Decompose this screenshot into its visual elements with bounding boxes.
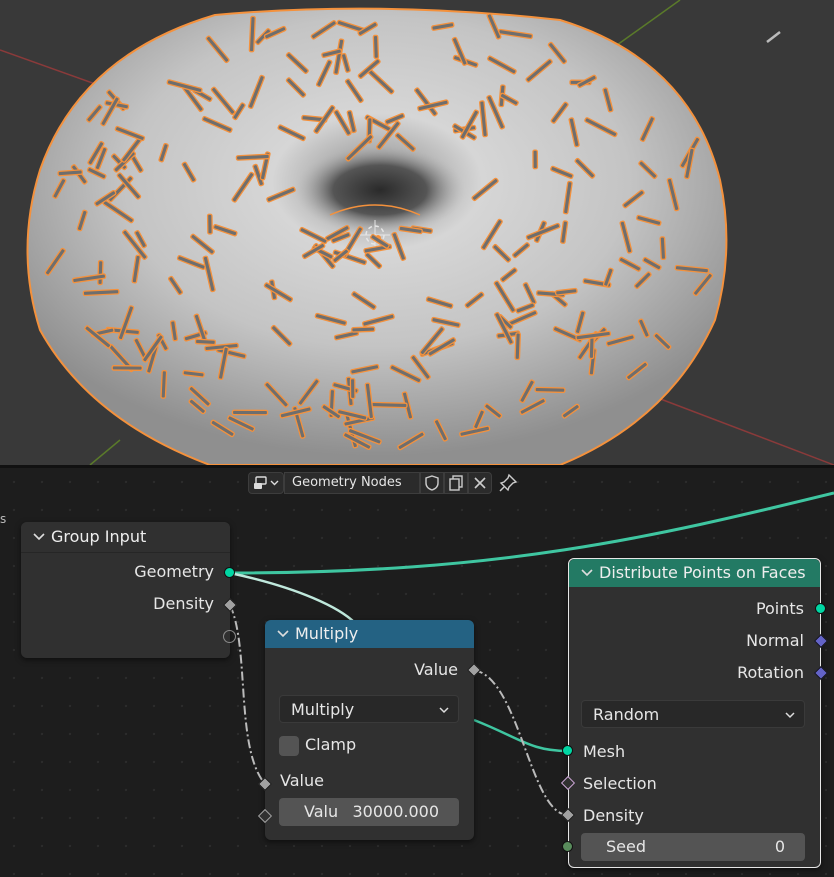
socket-label-points: Points: [755, 599, 804, 618]
sprinkle: [194, 338, 217, 346]
operation-dropdown[interactable]: Multiply: [279, 695, 459, 723]
sprinkle: [111, 365, 143, 371]
clamp-checkbox[interactable]: [279, 736, 299, 756]
link-geometry-to-mesh-end: [473, 718, 569, 753]
sprinkle: [231, 409, 269, 416]
node-title: Distribute Points on Faces: [599, 563, 806, 582]
sprinkle: [532, 149, 539, 170]
sprinkle: [248, 15, 256, 53]
seed-label: Seed: [606, 837, 646, 856]
value-field-number: 30000.000: [352, 802, 439, 821]
sprinkle: [160, 369, 168, 399]
socket-label-normal: Normal: [746, 631, 804, 650]
link-value-to-density: [473, 669, 569, 816]
points-output-socket[interactable]: [815, 603, 826, 614]
distribute-points-node[interactable]: Distribute Points on Faces Points Normal…: [568, 558, 821, 868]
distribute-method-value: Random: [593, 705, 660, 724]
socket-label-selection: Selection: [583, 774, 657, 793]
y-axis-line: [89, 439, 121, 465]
clamp-label: Clamp: [305, 735, 357, 754]
node-editor[interactable]: Geometry Nodes s Group Input Geometry De…: [0, 468, 834, 877]
sprinkle: [514, 332, 521, 361]
value-field-label: Valu: [304, 802, 339, 821]
node-title: Group Input: [51, 527, 147, 546]
donut-hole: [295, 145, 465, 235]
multiply-node[interactable]: Multiply Value Multiply Clamp Value Valu…: [265, 620, 474, 840]
seed-field[interactable]: Seed 0: [581, 833, 805, 861]
viewport-canvas: [0, 0, 834, 465]
socket-label-geometry: Geometry: [134, 562, 214, 581]
link-density-to-value: [229, 604, 266, 785]
annotate-icon: [766, 31, 781, 43]
sprinkle: [351, 326, 376, 333]
sprinkle: [372, 34, 380, 60]
sprinkle: [349, 377, 356, 400]
sprinkle: [534, 386, 566, 394]
node-title: Multiply: [295, 624, 359, 643]
sprinkle: [235, 153, 271, 161]
socket-label-value-out: Value: [414, 660, 458, 679]
sprinkle: [206, 213, 213, 235]
socket-label-mesh: Mesh: [583, 742, 626, 761]
seed-value: 0: [774, 837, 785, 856]
socket-label-density: Density: [153, 594, 214, 613]
geometry-output-socket[interactable]: [224, 567, 235, 578]
operation-value: Multiply: [291, 700, 355, 719]
socket-label-value-in: Value: [280, 771, 324, 790]
3d-viewport[interactable]: [0, 0, 834, 465]
mesh-input-socket[interactable]: [562, 745, 573, 756]
sprinkle: [97, 259, 104, 286]
seed-input-socket[interactable]: [562, 841, 573, 852]
node-header[interactable]: Group Input: [21, 522, 230, 553]
node-header[interactable]: Multiply: [265, 620, 474, 648]
distribute-method-dropdown[interactable]: Random: [581, 700, 805, 728]
sprinkle: [370, 401, 408, 409]
empty-output-socket[interactable]: [223, 630, 236, 643]
link-geometry-to-mesh: [229, 571, 356, 624]
collapse-chevron-icon[interactable]: [581, 559, 593, 587]
sprinkle: [82, 288, 120, 297]
node-header[interactable]: Distribute Points on Faces: [569, 559, 820, 587]
x-axis-line: [649, 394, 834, 465]
sprinkle: [57, 169, 83, 177]
collapse-chevron-icon[interactable]: [33, 522, 45, 552]
value-field[interactable]: Valu 30000.000: [279, 798, 459, 826]
sprinkle: [659, 236, 667, 261]
sprinkle: [588, 335, 595, 360]
collapse-chevron-icon[interactable]: [277, 620, 289, 648]
chevron-down-icon: [784, 701, 796, 738]
socket-label-density: Density: [583, 806, 644, 825]
socket-label-rotation: Rotation: [737, 663, 804, 682]
group-input-node[interactable]: Group Input Geometry Density: [21, 522, 230, 658]
chevron-down-icon: [438, 696, 450, 733]
y-axis-line: [609, 0, 681, 51]
